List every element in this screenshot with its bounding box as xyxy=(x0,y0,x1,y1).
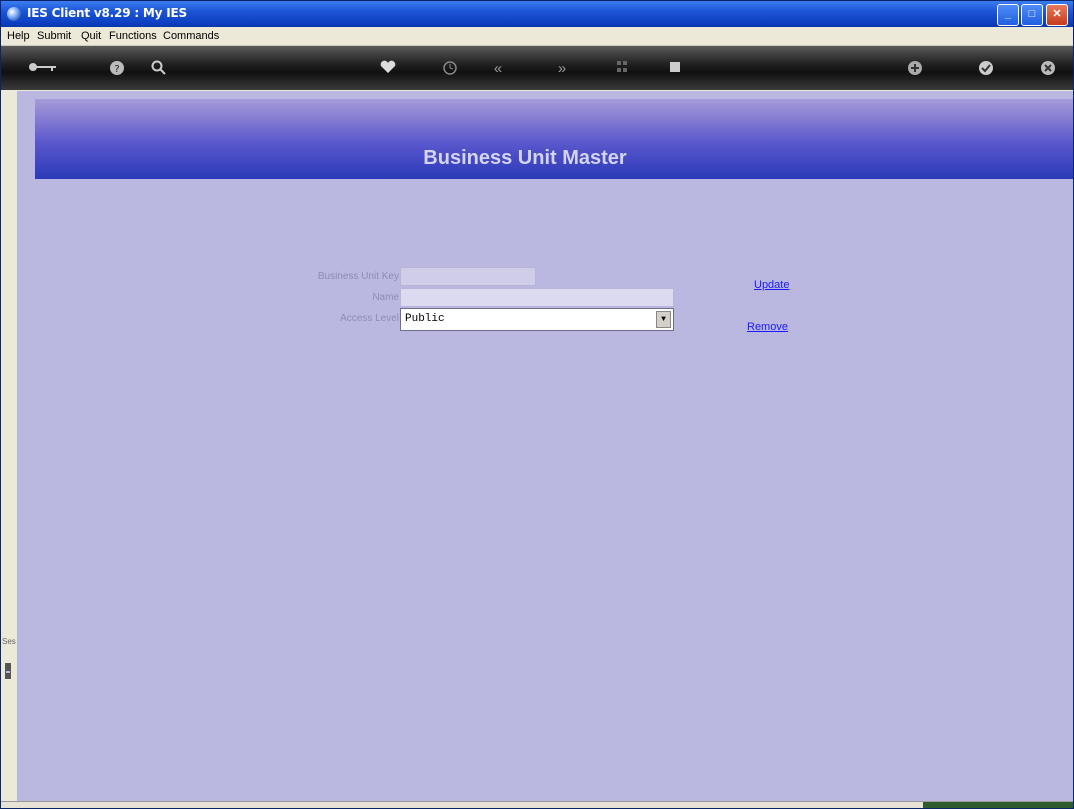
close-window-button[interactable]: ✕ xyxy=(1046,4,1068,26)
minimize-button[interactable]: _ xyxy=(997,4,1019,26)
access-level-value: Public xyxy=(405,313,445,325)
business-unit-key-field[interactable] xyxy=(400,267,536,286)
page-title: Business Unit Master xyxy=(423,147,627,169)
app-icon xyxy=(7,7,21,21)
update-link[interactable]: Update xyxy=(754,279,789,291)
remove-link[interactable]: Remove xyxy=(747,321,788,333)
key-icon[interactable] xyxy=(27,60,57,77)
close-icon[interactable] xyxy=(1037,60,1059,80)
maximize-button[interactable]: □ xyxy=(1021,4,1043,26)
menu-functions[interactable]: Functions xyxy=(109,30,157,42)
heart-icon[interactable] xyxy=(377,60,399,78)
fast-forward-icon[interactable]: » xyxy=(551,60,573,77)
bottom-strip-green xyxy=(923,802,1073,808)
menu-quit[interactable]: Quit xyxy=(81,30,101,42)
name-field[interactable] xyxy=(400,288,674,307)
side-marker-notch xyxy=(6,671,10,673)
name-label: Name xyxy=(372,292,399,303)
main-content: Business Unit Master Business Unit Key N… xyxy=(17,91,1073,801)
side-label: Ses xyxy=(2,637,16,646)
menu-bar: Help Submit Quit Functions Commands xyxy=(1,27,1073,46)
window-title: IES Client v8.29 : My IES xyxy=(27,6,187,20)
chevron-down-icon[interactable]: ▼ xyxy=(656,311,671,328)
menu-commands[interactable]: Commands xyxy=(163,30,219,42)
stop-icon[interactable] xyxy=(664,60,686,78)
app-window: IES Client v8.29 : My IES _ □ ✕ Help Sub… xyxy=(0,0,1074,809)
grid-icon[interactable] xyxy=(611,60,633,78)
menu-submit[interactable]: Submit xyxy=(37,30,71,42)
help-icon[interactable]: ? xyxy=(106,60,128,80)
title-bar[interactable]: IES Client v8.29 : My IES _ □ ✕ xyxy=(1,1,1073,27)
access-level-select[interactable]: Public ▼ xyxy=(400,308,674,331)
add-icon[interactable] xyxy=(904,60,926,80)
check-icon[interactable] xyxy=(975,60,997,80)
rewind-icon[interactable]: « xyxy=(487,60,509,77)
svg-text:?: ? xyxy=(114,64,119,75)
toolbar: ? « » xyxy=(1,46,1073,90)
clock-icon[interactable] xyxy=(439,60,461,80)
access-level-label: Access Level xyxy=(340,313,399,324)
search-icon[interactable] xyxy=(148,60,170,80)
business-unit-key-label: Business Unit Key xyxy=(317,271,399,282)
page-banner: Business Unit Master xyxy=(35,99,1073,179)
menu-help[interactable]: Help xyxy=(7,30,30,42)
bottom-strip xyxy=(1,801,1073,808)
